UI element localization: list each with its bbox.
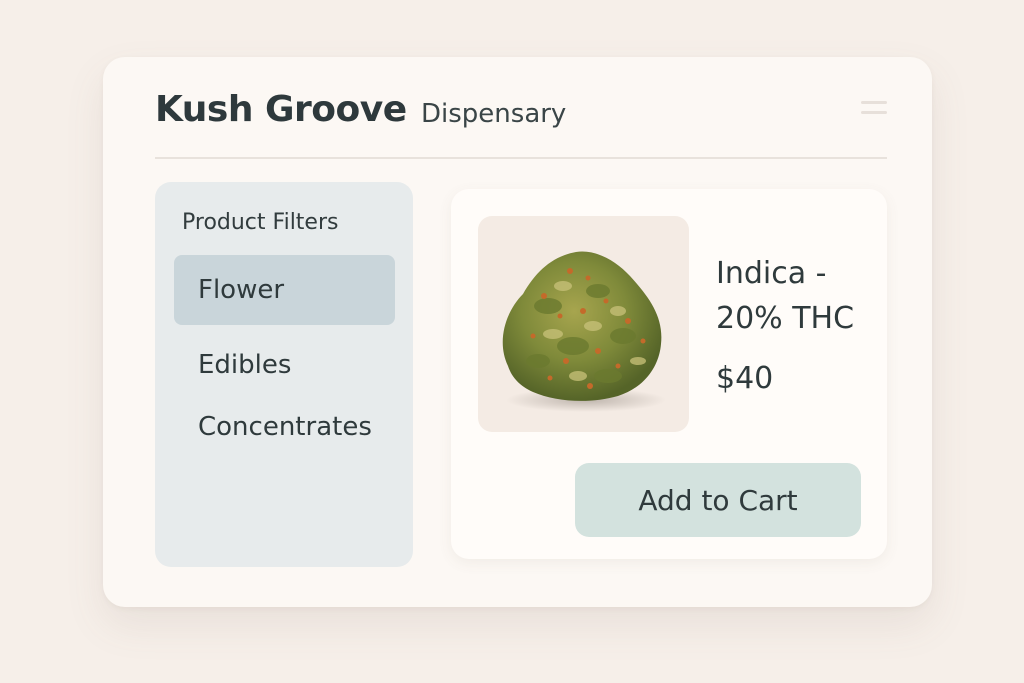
header: Kush Groove Dispensary: [155, 85, 887, 159]
filter-item-label: Edibles: [198, 350, 292, 380]
product-filters-panel: Product Filters Flower Edibles Concentra…: [155, 182, 413, 567]
filter-item-flower[interactable]: Flower: [174, 255, 395, 325]
hamburger-menu-icon[interactable]: [861, 101, 887, 117]
brand-name: Kush Groove: [155, 89, 407, 130]
product-name: Indica - 20% THC: [716, 256, 855, 336]
product-image: [478, 216, 689, 432]
filter-item-edibles[interactable]: Edibles: [174, 330, 395, 400]
product-price: $40: [716, 361, 774, 396]
filters-title: Product Filters: [182, 210, 339, 235]
page: Kush Groove Dispensary Product Filters F…: [0, 0, 1024, 683]
product-card: Indica - 20% THC $40 Add to Cart: [451, 189, 887, 559]
filter-item-label: Concentrates: [198, 412, 372, 442]
app-window: Kush Groove Dispensary Product Filters F…: [103, 57, 932, 607]
filter-item-concentrates[interactable]: Concentrates: [174, 392, 395, 462]
add-to-cart-button[interactable]: Add to Cart: [575, 463, 861, 537]
cannabis-bud-image: [502, 251, 666, 412]
brand-subtitle: Dispensary: [421, 99, 567, 129]
filter-item-label: Flower: [198, 275, 285, 305]
